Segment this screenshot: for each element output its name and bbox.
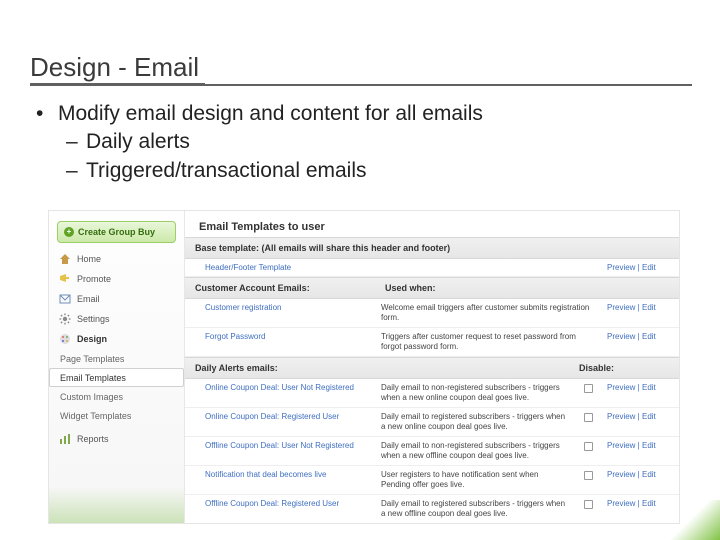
disable-checkbox[interactable] xyxy=(584,500,593,509)
template-name[interactable]: Customer registration xyxy=(185,303,375,312)
row-base-name[interactable]: Header/Footer Template xyxy=(185,263,375,272)
table-row: Online Coupon Deal: User Not RegisteredD… xyxy=(185,379,679,408)
main-panel: Email Templates to user Base template: (… xyxy=(185,211,679,523)
template-name[interactable]: Forgot Password xyxy=(185,332,375,341)
template-desc: Welcome email triggers after customer su… xyxy=(375,303,601,323)
disable-cell xyxy=(575,412,601,422)
table-row: Offline Coupon Deal: User Not Registered… xyxy=(185,437,679,466)
create-group-buy-label: Create Group Buy xyxy=(78,227,155,237)
template-desc: Daily email to registered subscribers - … xyxy=(375,499,575,519)
table-row: Customer registrationWelcome email trigg… xyxy=(185,299,679,328)
actions-cell: Preview | Edit xyxy=(601,470,679,479)
template-name[interactable]: Online Coupon Deal: User Not Registered xyxy=(185,383,375,392)
row-actions[interactable]: Preview | Edit xyxy=(607,470,656,479)
reports-label: Reports xyxy=(77,434,109,444)
disable-cell xyxy=(575,499,601,509)
sidebar-item-promote[interactable]: Promote xyxy=(49,269,184,289)
section-base-label: Base template: (All emails will share th… xyxy=(185,238,679,258)
title-underline xyxy=(30,84,692,86)
disable-cell xyxy=(575,383,601,393)
template-name[interactable]: Online Coupon Deal: Registered User xyxy=(185,412,375,421)
section-header-account: Customer Account Emails: Used when: xyxy=(185,277,679,299)
actions-cell: Preview | Edit xyxy=(601,441,679,450)
template-desc: Triggers after customer request to reset… xyxy=(375,332,601,352)
disable-checkbox[interactable] xyxy=(584,384,593,393)
create-group-buy-button[interactable]: + Create Group Buy xyxy=(57,221,176,243)
row-actions[interactable]: Preview | Edit xyxy=(607,412,656,421)
sidebar-item-label: Promote xyxy=(77,274,111,284)
template-name[interactable]: Offline Coupon Deal: User Not Registered xyxy=(185,441,375,450)
slide-corner-accent xyxy=(668,500,720,540)
template-desc: Daily email to non-registered subscriber… xyxy=(375,383,575,403)
page-title: Design - Email xyxy=(30,52,205,85)
sidebar-item-home[interactable]: Home xyxy=(49,249,184,269)
section-daily-c2 xyxy=(375,358,569,378)
sidebar: + Create Group Buy Home Promote Email Setti… xyxy=(49,211,185,523)
row-base-actions[interactable]: Preview | Edit xyxy=(607,263,656,272)
sidebar-item-reports[interactable]: Reports xyxy=(49,429,184,449)
actions-cell: Preview | Edit xyxy=(601,303,679,312)
bullet-lvl2-2: Triggered/transactional emails xyxy=(34,157,694,185)
template-desc: Daily email to registered subscribers - … xyxy=(375,412,575,432)
section-daily-c3: Disable: xyxy=(569,358,679,378)
bullet-lvl1: Modify email design and content for all … xyxy=(34,100,694,128)
sidebar-item-label: Home xyxy=(77,254,101,264)
sidebar-item-settings[interactable]: Settings xyxy=(49,309,184,329)
row-actions[interactable]: Preview | Edit xyxy=(607,332,656,341)
plus-icon: + xyxy=(64,227,74,237)
sidebar-gradient xyxy=(49,487,184,523)
sidebar-item-email[interactable]: Email xyxy=(49,289,184,309)
subnav-item-widget-templates[interactable]: Widget Templates xyxy=(49,406,184,425)
table-row: Notification that deal becomes liveUser … xyxy=(185,466,679,495)
row-actions[interactable]: Preview | Edit xyxy=(607,499,656,508)
sidebar-item-label: Settings xyxy=(77,314,110,324)
section-daily-c1: Daily Alerts emails: xyxy=(185,358,375,378)
actions-cell: Preview | Edit xyxy=(601,332,679,341)
slide-body: Modify email design and content for all … xyxy=(34,100,694,185)
sidebar-item-label: Design xyxy=(77,334,107,344)
subnav-item-custom-images[interactable]: Custom Images xyxy=(49,387,184,406)
panel-heading: Email Templates to user xyxy=(185,211,679,237)
row-actions[interactable]: Preview | Edit xyxy=(607,303,656,312)
section-header-base: Base template: (All emails will share th… xyxy=(185,237,679,259)
disable-checkbox[interactable] xyxy=(584,413,593,422)
template-name[interactable]: Offline Coupon Deal: Registered User xyxy=(185,499,375,508)
disable-checkbox[interactable] xyxy=(584,471,593,480)
section-header-daily: Daily Alerts emails: Disable: xyxy=(185,357,679,379)
sidebar-item-design[interactable]: Design xyxy=(49,329,184,349)
design-subnav: Page TemplatesEmail TemplatesCustom Imag… xyxy=(49,349,184,425)
design-icon xyxy=(59,333,71,345)
disable-cell xyxy=(575,470,601,480)
actions-cell: Preview | Edit xyxy=(601,383,679,392)
disable-cell xyxy=(575,441,601,451)
section-account-c1: Customer Account Emails: xyxy=(185,278,375,298)
promote-icon xyxy=(59,273,71,285)
row-base-template: Header/Footer Template Preview | Edit xyxy=(185,259,679,277)
subnav-item-page-templates[interactable]: Page Templates xyxy=(49,349,184,368)
table-row: Forgot PasswordTriggers after customer r… xyxy=(185,328,679,357)
bullet-lvl2-1: Daily alerts xyxy=(34,128,694,156)
subnav-item-email-templates[interactable]: Email Templates xyxy=(49,368,184,387)
row-actions[interactable]: Preview | Edit xyxy=(607,383,656,392)
actions-cell: Preview | Edit xyxy=(601,412,679,421)
home-icon xyxy=(59,253,71,265)
template-name[interactable]: Notification that deal becomes live xyxy=(185,470,375,479)
email-icon xyxy=(59,293,71,305)
table-row: Offline Coupon Deal: Registered UserDail… xyxy=(185,495,679,523)
template-desc: Daily email to non-registered subscriber… xyxy=(375,441,575,461)
section-account-c2: Used when: xyxy=(375,278,591,298)
settings-icon xyxy=(59,313,71,325)
row-actions[interactable]: Preview | Edit xyxy=(607,441,656,450)
disable-checkbox[interactable] xyxy=(584,442,593,451)
screenshot-panel: + Create Group Buy Home Promote Email Setti… xyxy=(48,210,680,524)
template-desc: User registers to have notification sent… xyxy=(375,470,575,490)
section-account-c3 xyxy=(591,278,679,298)
table-row: Online Coupon Deal: Registered UserDaily… xyxy=(185,408,679,437)
reports-icon xyxy=(59,433,71,445)
sidebar-item-label: Email xyxy=(77,294,100,304)
